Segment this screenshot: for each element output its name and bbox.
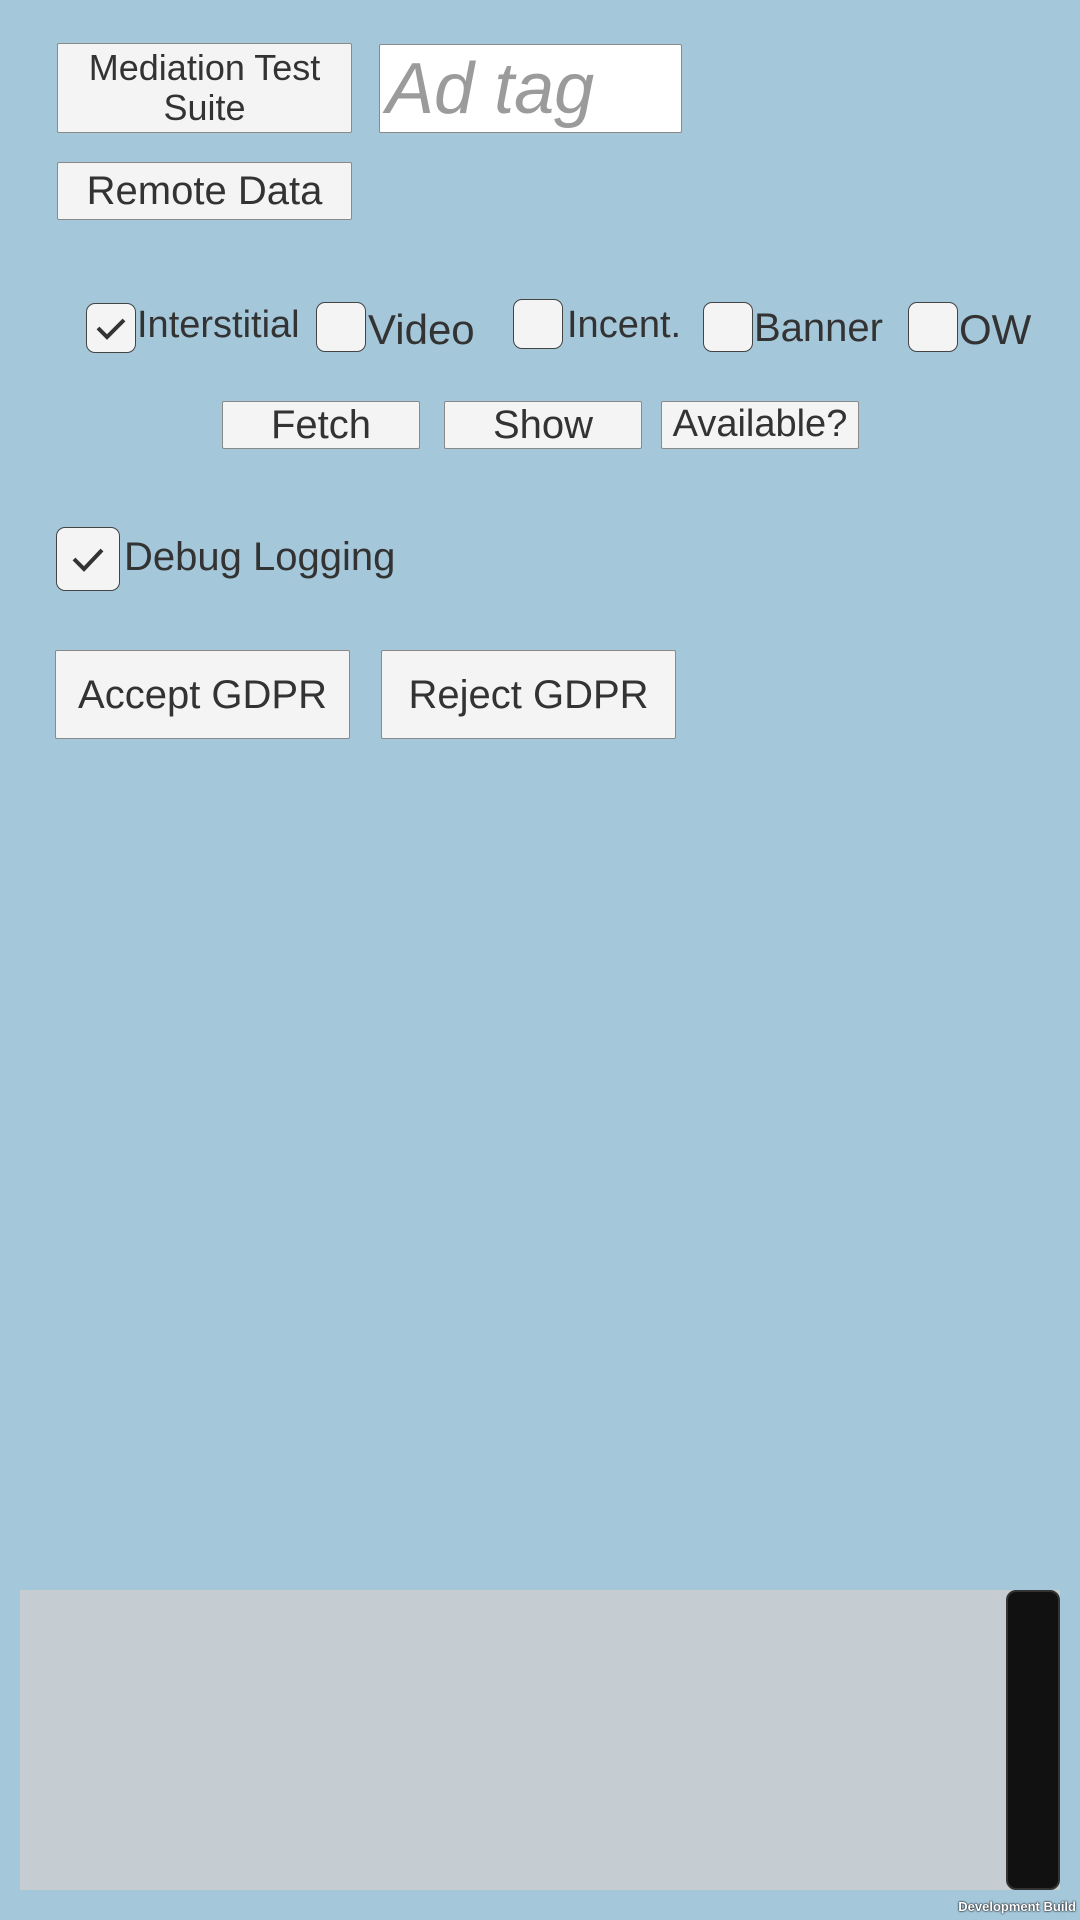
- remote-data-label: Remote Data: [86, 169, 323, 213]
- fetch-button[interactable]: Fetch: [222, 401, 420, 449]
- mediation-test-suite-label: Mediation Test Suite: [88, 47, 321, 128]
- video-label: Video: [368, 306, 475, 353]
- reject-gdpr-button[interactable]: Reject GDPR: [381, 650, 676, 739]
- show-button[interactable]: Show: [444, 401, 642, 449]
- ow-label: OW: [959, 306, 1032, 353]
- reject-gdpr-label: Reject GDPR: [408, 672, 649, 717]
- check-icon: [72, 548, 104, 572]
- log-panel: [20, 1590, 1060, 1890]
- debug-logging-label: Debug Logging: [124, 535, 396, 579]
- ow-checkbox[interactable]: [908, 302, 958, 352]
- ad-tag-input[interactable]: Ad tag: [379, 44, 682, 133]
- incent-checkbox[interactable]: [513, 299, 563, 349]
- development-build-watermark: Development Build: [958, 1899, 1076, 1914]
- accept-gdpr-label: Accept GDPR: [78, 672, 327, 717]
- remote-data-button[interactable]: Remote Data: [57, 162, 352, 220]
- check-icon: [96, 318, 126, 340]
- banner-label: Banner: [754, 306, 883, 350]
- fetch-label: Fetch: [270, 403, 372, 447]
- available-button[interactable]: Available?: [661, 401, 859, 449]
- banner-checkbox[interactable]: [703, 302, 753, 352]
- debug-logging-checkbox[interactable]: [56, 527, 120, 591]
- interstitial-label: Interstitial: [137, 304, 300, 346]
- incent-label: Incent.: [567, 304, 682, 346]
- interstitial-checkbox[interactable]: [86, 303, 136, 353]
- log-scrollbar[interactable]: [1006, 1590, 1060, 1890]
- ad-tag-placeholder: Ad tag: [386, 48, 595, 129]
- available-label: Available?: [672, 403, 848, 446]
- show-label: Show: [492, 403, 594, 447]
- video-checkbox[interactable]: [316, 302, 366, 352]
- mediation-test-suite-button[interactable]: Mediation Test Suite: [57, 43, 352, 133]
- accept-gdpr-button[interactable]: Accept GDPR: [55, 650, 350, 739]
